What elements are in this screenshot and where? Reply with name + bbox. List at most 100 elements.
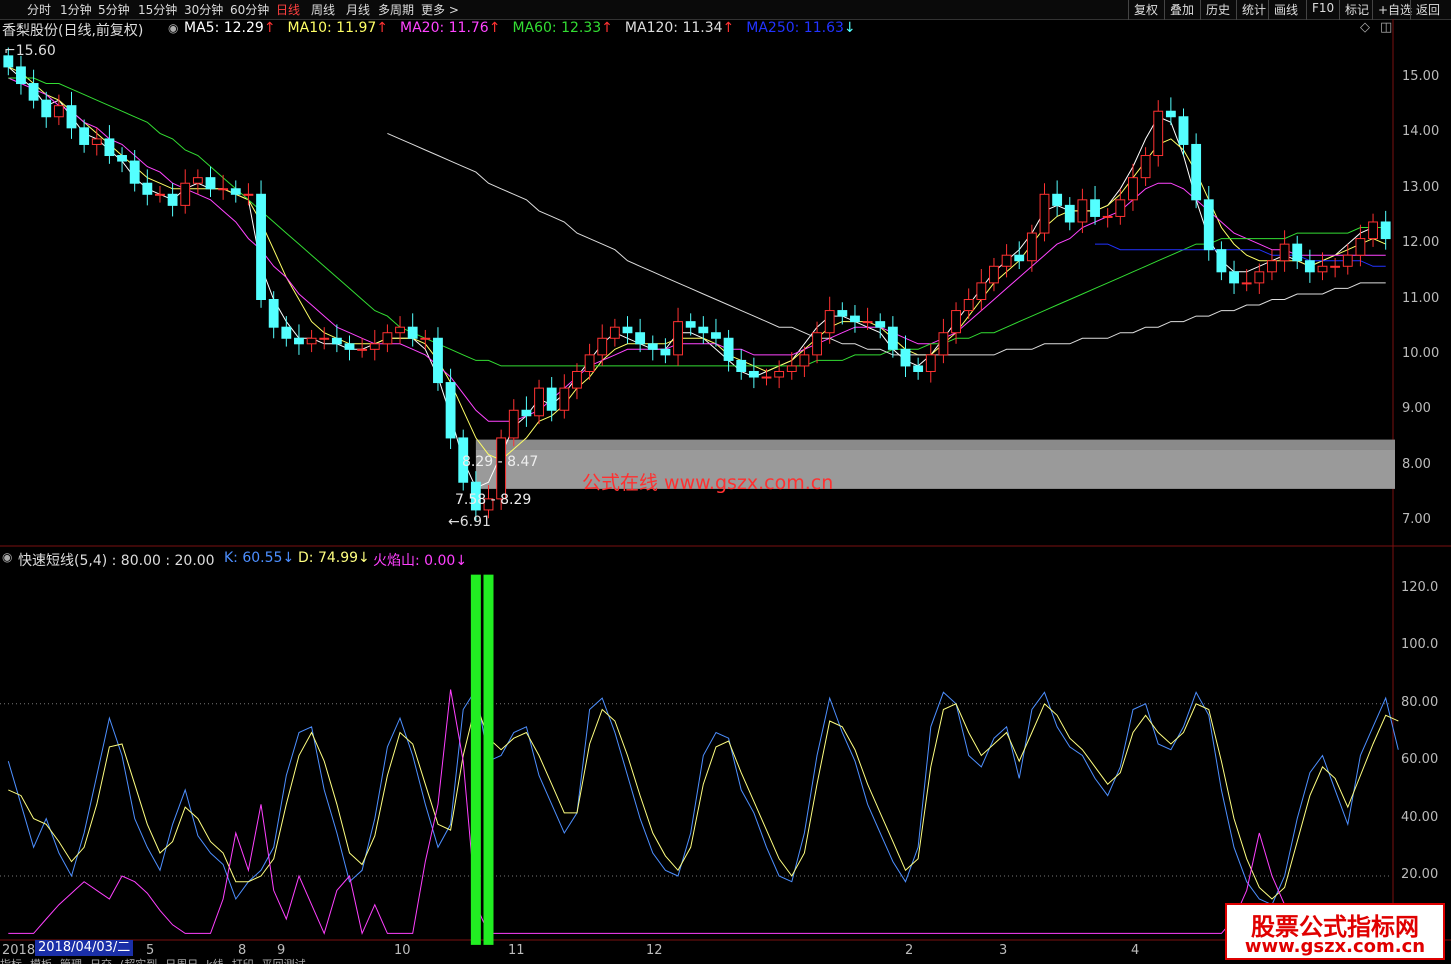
gap-upper-label: 8.29 - 8.47 [462, 454, 539, 470]
candle-body [344, 343, 355, 350]
candle-body [862, 321, 873, 324]
bottom-tab-1[interactable]: 模板 [30, 958, 52, 964]
candle-body [913, 365, 924, 372]
indicator-tick: 120.0 [1401, 580, 1439, 595]
bottom-tab-0[interactable]: 指标 [0, 958, 22, 964]
candle [736, 349, 747, 380]
candle-body [243, 193, 254, 196]
candle-body [41, 99, 52, 118]
candle-body [1001, 254, 1012, 267]
bottom-tab-7[interactable]: 打印 [232, 958, 254, 964]
candle-body [1229, 271, 1239, 284]
candle-body [1317, 265, 1328, 273]
bottom-tab-2[interactable]: 管理 [60, 958, 82, 964]
indicator-k: K: 60.55↓ [224, 550, 295, 566]
candle [1153, 100, 1164, 167]
candle-body [331, 337, 342, 345]
candle [306, 329, 317, 353]
candle-body [205, 177, 216, 190]
indicator-collapse-icon[interactable]: ◉ [2, 550, 12, 564]
candle [104, 125, 115, 164]
candle-body [976, 282, 987, 301]
candle-body [572, 370, 582, 389]
candle [1128, 163, 1138, 211]
candle-body [546, 387, 557, 411]
candle [294, 324, 304, 355]
price-tick: 14.00 [1402, 124, 1440, 140]
candle-body [1039, 193, 1050, 234]
candle [1216, 241, 1227, 281]
candle-body [1165, 110, 1176, 118]
candle [129, 149, 140, 192]
candle [1229, 260, 1239, 294]
candle [521, 396, 532, 427]
date-tick: 2018 [2, 943, 36, 958]
candle-body [1115, 199, 1126, 217]
price-tick: 15.00 [1402, 69, 1440, 84]
gap-zone-0 [475, 439, 1395, 450]
candle [1140, 147, 1151, 186]
candle [609, 318, 620, 347]
candle [572, 363, 582, 400]
candle [1304, 249, 1315, 283]
price-tick: 7.00 [1402, 512, 1431, 527]
candle-body [142, 182, 153, 195]
candle-body [508, 409, 519, 439]
candle-body [748, 370, 759, 378]
candle [344, 335, 355, 361]
candle-body [129, 160, 140, 184]
candle-body [1178, 116, 1189, 145]
date-tick: 5 [146, 943, 155, 958]
candle-body [597, 337, 608, 356]
candle-body [938, 332, 949, 356]
date-tick: 12 [646, 943, 663, 958]
date-tick: 4 [1131, 943, 1140, 958]
candle [951, 302, 961, 344]
candle-body [534, 387, 544, 417]
candle-body [711, 332, 721, 339]
candle-body [647, 343, 658, 350]
candle-body [609, 326, 620, 339]
signal-bar-1 [483, 574, 494, 945]
bottom-tab-4[interactable]: (超实到 [120, 958, 157, 964]
candle-body [319, 337, 330, 340]
candle-body [837, 310, 848, 317]
candle [268, 291, 279, 339]
indicator-tick: 40.00 [1401, 809, 1439, 825]
candle-body [66, 105, 77, 129]
candle [685, 313, 696, 336]
bottom-tab-3[interactable]: 日交 [90, 958, 112, 964]
date-tick: 10 [394, 943, 411, 958]
candle [900, 335, 911, 378]
candle [1292, 235, 1303, 270]
candle-body [28, 83, 39, 101]
indicator-line-1 [8, 702, 1399, 900]
candle-body [989, 265, 999, 284]
candle [508, 399, 519, 447]
candle [382, 324, 393, 353]
candle [748, 357, 759, 389]
candle-body [230, 188, 241, 195]
indicator-lines [7, 574, 1399, 945]
candle-body [155, 193, 165, 196]
price-tick: 10.00 [1402, 345, 1440, 361]
candle [281, 316, 292, 347]
candle [1052, 180, 1063, 217]
gap-lower-label: 7.58 - 8.29 [455, 492, 532, 508]
candle [66, 91, 77, 139]
candle-body [306, 337, 317, 345]
bottom-tab-6[interactable]: k线 [206, 958, 223, 964]
candle-body [799, 354, 810, 367]
candle-body [1330, 265, 1341, 268]
candle-body [268, 299, 279, 328]
candle-body [281, 326, 292, 339]
candle-body [1052, 193, 1063, 206]
bottom-tab-8[interactable]: 平回测试 [262, 958, 306, 964]
price-tick: 12.00 [1402, 235, 1440, 251]
candle [1355, 224, 1366, 267]
candle-body [1267, 260, 1277, 273]
candle [938, 318, 949, 364]
candle [1090, 185, 1100, 225]
candle [16, 55, 26, 95]
bottom-tab-5[interactable]: 日周日 [165, 958, 198, 964]
